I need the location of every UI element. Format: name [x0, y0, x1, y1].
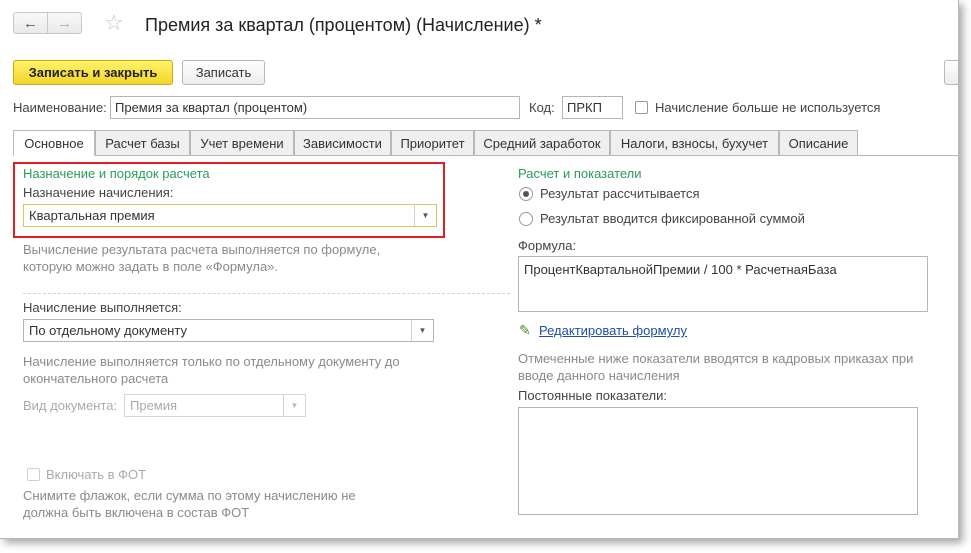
- section-separator: [23, 293, 510, 294]
- save-and-close-button[interactable]: Записать и закрыть: [13, 60, 173, 85]
- unused-label: Начисление больше не используется: [655, 100, 881, 115]
- fot-label: Включать в ФОТ: [46, 467, 147, 482]
- radio-calculated-label: Результат рассчитывается: [540, 186, 700, 201]
- fot-checkbox[interactable]: [27, 468, 40, 481]
- fot-hint-line-2: должна быть включена в состав ФОТ: [23, 505, 250, 520]
- chevron-down-icon[interactable]: ▼: [411, 320, 433, 341]
- performed-select[interactable]: По отдельному документу ▼: [23, 319, 434, 342]
- edit-formula-link[interactable]: Редактировать формулу: [539, 323, 687, 338]
- back-button[interactable]: ←: [13, 12, 48, 34]
- arrow-left-icon: ←: [23, 14, 38, 32]
- indicators-hint-line-1: Отмеченные ниже показатели вводятся в ка…: [518, 351, 914, 366]
- radio-calculated[interactable]: [519, 187, 533, 201]
- save-button[interactable]: Записать: [182, 60, 265, 85]
- forward-button[interactable]: →: [47, 12, 82, 34]
- performed-hint-line-2: окончательного расчета: [23, 371, 169, 386]
- tab-taxes[interactable]: Налоги, взносы, бухучет: [610, 130, 779, 156]
- tab-base-calculation[interactable]: Расчет базы: [95, 130, 190, 156]
- tab-average-earnings[interactable]: Средний заработок: [474, 130, 610, 156]
- fot-hint-line-1: Снимите флажок, если сумма по этому начи…: [23, 488, 356, 503]
- calc-section-title: Расчет и показатели: [518, 166, 642, 181]
- code-input[interactable]: ПРКП: [562, 96, 623, 119]
- performed-hint-line-1: Начисление выполняется только по отдельн…: [23, 354, 400, 369]
- pencil-icon: ✎: [519, 322, 531, 338]
- purpose-select[interactable]: Квартальная премия ▼: [23, 204, 437, 227]
- doctype-select-value: Премия: [130, 398, 178, 413]
- tab-dependencies[interactable]: Зависимости: [294, 130, 391, 156]
- name-input[interactable]: Премия за квартал (процентом): [110, 96, 520, 119]
- tab-priority[interactable]: Приоритет: [391, 130, 474, 156]
- performed-select-value: По отдельному документу: [29, 323, 187, 338]
- purpose-hint-line-1: Вычисление результата расчета выполняетс…: [23, 242, 381, 257]
- code-label: Код:: [529, 100, 555, 115]
- radio-fixed-sum-label: Результат вводится фиксированной суммой: [540, 211, 805, 226]
- tab-description[interactable]: Описание: [779, 130, 858, 156]
- chevron-down-icon[interactable]: ▼: [414, 205, 436, 226]
- page-title: Премия за квартал (процентом) (Начислени…: [145, 15, 542, 35]
- tab-time-accounting[interactable]: Учет времени: [190, 130, 294, 156]
- tab-main[interactable]: Основное: [13, 130, 95, 156]
- name-label: Наименование:: [13, 100, 107, 115]
- chevron-down-icon[interactable]: ▼: [283, 395, 305, 416]
- more-actions-button[interactable]: [944, 60, 958, 85]
- formula-textarea[interactable]: ПроцентКвартальнойПремии / 100 * Расчетн…: [518, 256, 928, 312]
- doctype-select[interactable]: Премия ▼: [124, 394, 306, 417]
- purpose-select-value: Квартальная премия: [29, 208, 155, 223]
- arrow-right-icon: →: [57, 14, 72, 32]
- document-window: ← → ☆ Премия за квартал (процентом) (Нач…: [0, 0, 959, 539]
- unused-checkbox[interactable]: [635, 101, 648, 114]
- performed-label: Начисление выполняется:: [23, 300, 182, 315]
- constant-indicators-list[interactable]: [518, 407, 918, 515]
- star-icon[interactable]: ☆: [104, 12, 124, 34]
- purpose-hint-line-2: которую можно задать в поле «Формула».: [23, 259, 279, 274]
- indicators-hint-line-2: вводе данного начисления: [518, 368, 680, 383]
- radio-fixed-sum[interactable]: [519, 212, 533, 226]
- purpose-label: Назначение начисления:: [23, 185, 174, 200]
- purpose-section-title: Назначение и порядок расчета: [23, 166, 210, 181]
- constant-indicators-label: Постоянные показатели:: [518, 388, 667, 403]
- doctype-label: Вид документа:: [23, 398, 118, 413]
- formula-label: Формула:: [518, 238, 577, 253]
